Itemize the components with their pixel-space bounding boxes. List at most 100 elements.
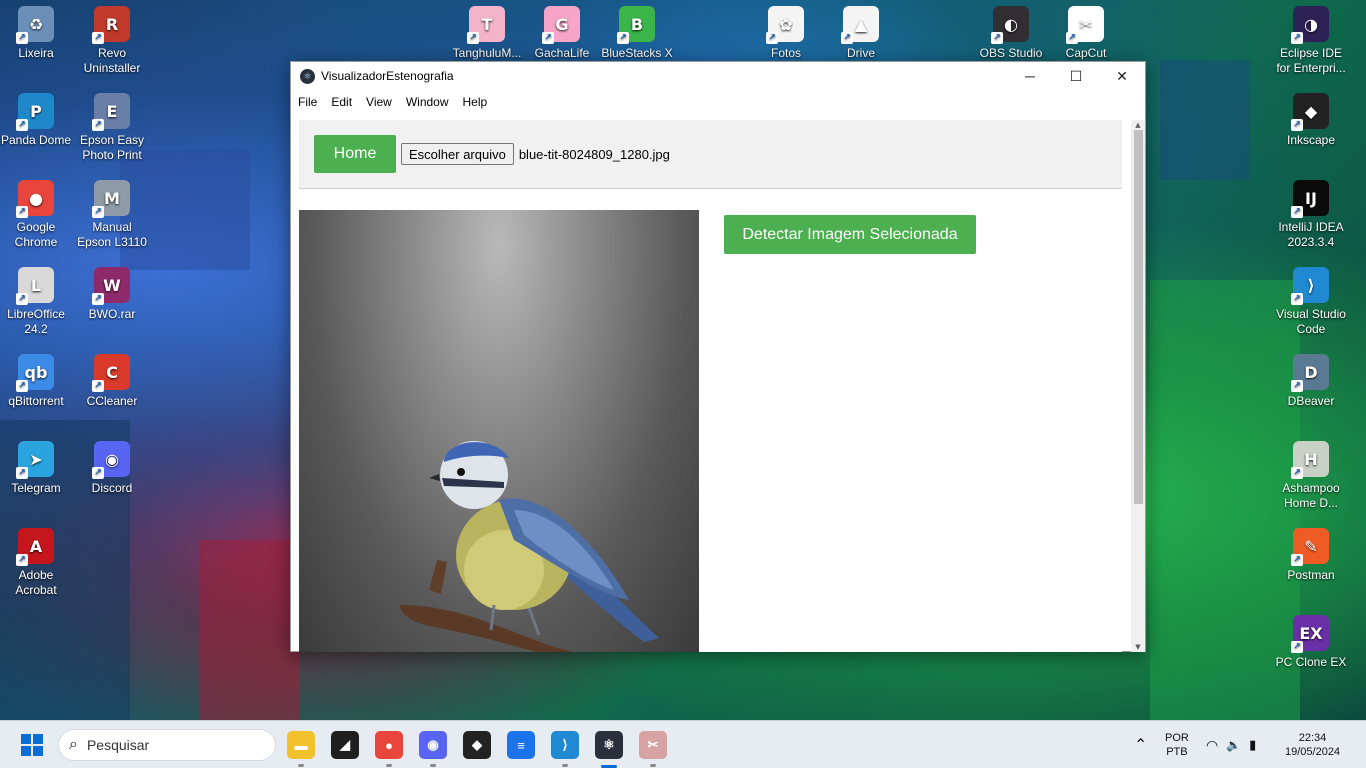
tray-overflow-icon[interactable]: ⌃ xyxy=(1134,735,1147,755)
start-button[interactable] xyxy=(21,734,43,756)
dbeaver-icon: D xyxy=(1291,354,1329,392)
desktop-icon[interactable]: IJIntelliJ IDEA 2023.3.4 xyxy=(1273,180,1349,250)
menu-view[interactable]: View xyxy=(366,95,392,109)
inkscape-taskbar-icon[interactable]: ◆ xyxy=(463,731,491,759)
desktop-icon[interactable]: EX PC Clone EX xyxy=(1273,615,1349,670)
wallpaper-block xyxy=(200,540,300,720)
menu-file[interactable]: File xyxy=(298,95,317,109)
desktop-icon[interactable]: ♻ Lixeira xyxy=(0,6,74,61)
scroll-up-icon[interactable]: ▲ xyxy=(1131,120,1145,130)
taskbar-running-indicator xyxy=(386,764,392,767)
manual-icon: M xyxy=(92,180,130,218)
choose-file-button[interactable]: Escolher arquivo xyxy=(401,143,514,165)
revo-uninstaller-icon: R xyxy=(92,6,130,44)
page-content: Home Escolher arquivo blue-tit-8024809_1… xyxy=(299,120,1122,652)
desktop-icon[interactable]: ⟩Visual Studio Code xyxy=(1273,267,1349,337)
desktop-icon-label: qBittorrent xyxy=(8,394,64,408)
winrar-icon: W xyxy=(92,267,130,305)
pcclone-icon: EX xyxy=(1291,615,1329,653)
obs-icon: ◐ xyxy=(991,6,1029,44)
desktop-icon-label: DBeaver xyxy=(1287,394,1335,408)
file-explorer-icon[interactable]: ▬ xyxy=(287,731,315,759)
desktop-icon-label: BWO.rar xyxy=(88,307,136,321)
lang-bottom: PTB xyxy=(1166,746,1188,758)
desktop-icon[interactable]: G GachaLife xyxy=(524,6,600,61)
close-button[interactable]: ✕ xyxy=(1099,62,1145,90)
volume-icon: 🔈 xyxy=(1226,738,1242,752)
desktop-icon[interactable]: B BlueStacks X xyxy=(599,6,675,61)
desktop-icon-label: LibreOffice 24.2 xyxy=(7,307,65,336)
desktop-icon[interactable]: ◐ OBS Studio xyxy=(973,6,1049,61)
minimize-button[interactable]: ─ xyxy=(1007,62,1053,90)
bluestacks-icon: B xyxy=(617,6,655,44)
desktop-icon[interactable]: EEpson Easy Photo Print xyxy=(74,93,150,163)
inkscape-icon: ◆ xyxy=(1291,93,1329,131)
home-button[interactable]: Home xyxy=(314,135,396,173)
battery-icon: ▮ xyxy=(1249,737,1257,752)
taskbar-running-indicator xyxy=(430,764,436,767)
gachalife-icon: G xyxy=(542,6,580,44)
desktop-icon[interactable]: W BWO.rar xyxy=(74,267,150,322)
desktop-icon[interactable]: P Panda Dome xyxy=(0,93,74,148)
taskbar-search[interactable]: ⌕ Pesquisar xyxy=(58,729,276,761)
vscode-taskbar-icon[interactable]: ⟩ xyxy=(551,731,579,759)
electron-taskbar-icon[interactable]: ⚛ xyxy=(595,731,623,759)
desktop-icon-label: Google Chrome xyxy=(14,220,58,249)
desktop-icon[interactable]: ✂ CapCut xyxy=(1048,6,1124,61)
scroll-down-icon[interactable]: ▼ xyxy=(1131,642,1145,652)
desktop-icon-label: Telegram xyxy=(11,481,61,495)
postman-icon: ✎ xyxy=(1291,528,1329,566)
recycle-bin-icon: ♻ xyxy=(16,6,54,44)
desktop-icon[interactable]: LLibreOffice 24.2 xyxy=(0,267,74,337)
desktop-icon-label: IntelliJ IDEA 2023.3.4 xyxy=(1278,220,1344,249)
docs-taskbar-icon[interactable]: ≡ xyxy=(507,731,535,759)
desktop-icon-label: Revo Uninstaller xyxy=(83,46,141,75)
desktop-icon[interactable]: MManual Epson L3110 xyxy=(74,180,150,250)
maximize-button[interactable]: ☐ xyxy=(1053,62,1099,90)
desktop-icon[interactable]: T TanghuluM... xyxy=(449,6,525,61)
clock-date: 19/05/2024 xyxy=(1285,746,1341,758)
scroll-thumb[interactable] xyxy=(1134,130,1143,504)
desktop-icon[interactable]: RRevo Uninstaller xyxy=(74,6,150,76)
language-indicator[interactable]: POR PTB xyxy=(1165,721,1189,768)
menu-window[interactable]: Window xyxy=(406,95,449,109)
desktop-icon[interactable]: HAshampoo Home D... xyxy=(1273,441,1349,511)
desktop-icon[interactable]: C CCleaner xyxy=(74,354,150,409)
desktop-icon[interactable]: ◆ Inkscape xyxy=(1273,93,1349,148)
desktop-icon[interactable]: ▲ Drive xyxy=(823,6,899,61)
desktop-icon-label: BlueStacks X xyxy=(601,46,673,60)
chrome-icon: ● xyxy=(16,180,54,218)
desktop-icon-label: Fotos xyxy=(770,46,801,60)
title-bar[interactable]: ⚛ VisualizadorEstenografia ─ ☐ ✕ xyxy=(291,62,1145,90)
desktop-icon[interactable]: qb qBittorrent xyxy=(0,354,74,409)
desktop-icon[interactable]: ◉ Discord xyxy=(74,441,150,496)
desktop-icon-label: Postman xyxy=(1287,568,1335,582)
vertical-scrollbar[interactable]: ▲ ▼ xyxy=(1131,120,1145,652)
qbittorrent-icon: qb xyxy=(16,354,54,392)
desktop-icon-label: Inkscape xyxy=(1286,133,1336,147)
discord-taskbar-icon[interactable]: ◉ xyxy=(419,731,447,759)
desktop-icon[interactable]: ◑Eclipse IDE for Enterpri... xyxy=(1273,6,1349,76)
menu-help[interactable]: Help xyxy=(463,95,488,109)
desktop-icon[interactable]: D DBeaver xyxy=(1273,354,1349,409)
menu-edit[interactable]: Edit xyxy=(331,95,352,109)
wifi-icon: ◠ xyxy=(1206,736,1219,753)
quick-settings[interactable]: ◠ 🔈 ▮ xyxy=(1206,721,1256,768)
google-drive-icon: ▲ xyxy=(841,6,879,44)
capcut-icon: ✂ xyxy=(1066,6,1104,44)
snipping-tool-icon[interactable]: ✂ xyxy=(639,731,667,759)
taskbar-running-indicator xyxy=(650,764,656,767)
desktop-icon-label: TanghuluM... xyxy=(452,46,522,60)
desktop-icon[interactable]: ✿ Fotos xyxy=(748,6,824,61)
desktop-icon-label: GachaLife xyxy=(534,46,590,60)
desktop-icon[interactable]: ●Google Chrome xyxy=(0,180,74,250)
desktop-icon-label: CCleaner xyxy=(86,394,138,408)
desktop-icon[interactable]: AAdobe Acrobat xyxy=(0,528,74,598)
desktop-icon[interactable]: ✎ Postman xyxy=(1273,528,1349,583)
desktop-icon[interactable]: ➤ Telegram xyxy=(0,441,74,496)
clock[interactable]: 22:34 19/05/2024 xyxy=(1285,721,1340,768)
sticky-notes-icon[interactable]: ◢ xyxy=(331,731,359,759)
eclipse-icon: ◑ xyxy=(1291,6,1329,44)
chrome-taskbar-icon[interactable]: ● xyxy=(375,731,403,759)
detect-image-button[interactable]: Detectar Imagem Selecionada xyxy=(724,215,976,254)
